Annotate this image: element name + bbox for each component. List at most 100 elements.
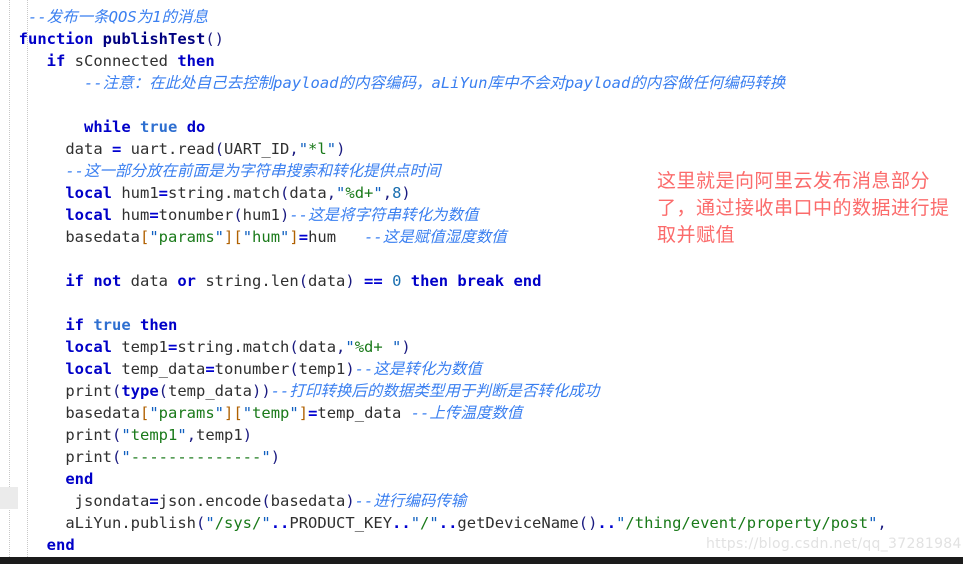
code-token-kw: end [65,470,94,488]
code-token-id: temp_data [317,404,411,422]
code-token-dot: . [195,492,206,510]
red-annotation-text: 这里就是向阿里云发布消息部分了，通过接收串口中的数据进行提取并赋值 [657,170,950,246]
code-token-punc: , [877,514,887,532]
code-token-quo: " [149,228,159,246]
code-token-dot: . [121,514,131,532]
code-token-id: basedata [270,492,346,510]
code-token-cmt: --上传温度数值 [410,404,523,422]
code-token-brk: ] [289,228,299,246]
code-line[interactable]: basedata["params"]["temp"]=temp_data --上… [0,402,963,424]
code-token-str: /thing/event/property/post [625,514,869,532]
code-token-punc: ) [345,360,355,378]
code-token-fn: publishTest [102,30,206,48]
code-token-id: print [65,382,112,400]
code-line[interactable]: print("--------------") [0,446,963,468]
code-token-op: = [298,228,309,246]
code-token-str: -------------- [130,448,262,466]
code-token-op: = [308,404,318,422]
code-token-quo: " [149,404,159,422]
code-line[interactable]: if sConnected then [0,50,963,72]
code-line[interactable]: --注意：在此处自己去控制payload的内容编码，aLiYun库中不会对pay… [0,72,963,94]
code-token-op: = [149,492,159,510]
code-token-op: = [149,206,159,224]
code-token-punc: ( [233,206,243,224]
code-token-id: getDeviceName [457,514,579,532]
code-token-punc: () [578,514,598,532]
code-token-str: *l [308,140,327,158]
code-line[interactable]: aLiYun.publish("/sys/"..PRODUCT_KEY.."/"… [0,512,963,534]
code-token-quo: " [261,448,271,466]
code-token-punc: ( [158,382,169,400]
code-token-id: PRODUCT_KEY [289,514,393,532]
code-token-id: string [196,272,262,290]
code-token-quo: " [373,184,383,202]
code-token-brk: [ [233,228,243,246]
code-token-id: tonumber [214,360,290,378]
code-token-kw: if [65,272,84,290]
code-token-cmt: --这是将字符串转化为数值 [289,206,479,224]
code-token-cmt: --发布一条QOS为1的消息 [28,8,208,26]
code-token-punc: ) [401,184,411,202]
code-token-quo: " [242,228,253,246]
code-editor[interactable]: --发布一条QOS为1的消息 function publishTest() if… [0,0,963,557]
code-line[interactable]: while true do [0,116,963,138]
code-token-cmt: --这是转化为数值 [354,360,482,378]
code-token-str: / [420,514,430,532]
code-token-op: == [364,272,383,290]
code-token-punc: ( [214,140,225,158]
code-line[interactable] [0,248,963,270]
code-token-quo: " [121,448,131,466]
code-token-kw: then [410,272,449,290]
code-token-quo: " [177,426,187,444]
code-line[interactable]: data = uart.read(UART_ID,"*l") [0,138,963,160]
code-token-num: 0 [392,272,402,290]
code-token-quo: " [410,514,421,532]
code-token-kw: or [177,272,197,290]
code-line[interactable]: end [0,468,963,490]
code-line[interactable] [0,94,963,116]
code-token-id: match [242,338,290,356]
code-token-punc: )) [252,382,271,400]
code-token-brk: [ [233,404,243,422]
code-token-kw: if [65,316,84,334]
code-token-op: = [112,140,122,158]
code-token-str: /sys/ [214,514,262,532]
code-token-kw: break [457,272,505,290]
code-token-brk: [ [139,404,150,422]
code-token-id: data [289,184,327,202]
code-token-punc: ( [280,184,290,202]
code-line[interactable]: local temp_data=tonumber(temp1)--这是转化为数值 [0,358,963,380]
code-line[interactable]: local temp1=string.match(data,"%d+ ") [0,336,963,358]
code-token-quo: " [336,184,346,202]
code-token-cmt: --进行编码传输 [354,492,467,510]
code-line[interactable]: if true then [0,314,963,336]
code-token-punc: ) [401,338,411,356]
code-token-op: = [168,338,178,356]
code-token-kw: do [186,118,206,136]
code-content[interactable]: --发布一条QOS为1的消息 function publishTest() if… [0,6,963,556]
code-token-id: hum [308,228,337,246]
code-token-id: jsondata [74,492,150,510]
code-line[interactable]: jsondata=json.encode(basedata)--进行编码传输 [0,490,963,512]
code-token-kw: local [65,206,112,224]
code-token-kw: then [177,52,215,70]
code-token-quo: " [214,228,225,246]
code-line[interactable]: --发布一条QOS为1的消息 [0,6,963,28]
code-line[interactable] [0,292,963,314]
code-token-brk: [ [139,228,150,246]
code-token-id [84,316,93,334]
code-token-id: basedata [65,228,140,246]
code-line[interactable]: if not data or string.len(data) == 0 the… [0,270,963,292]
code-line[interactable]: function publishTest() [0,28,963,50]
code-line[interactable]: print(type(temp_data))--打印转换后的数据类型用于判断是否… [0,380,963,402]
code-line[interactable]: print("temp1",temp1) [0,424,963,446]
code-token-kw: then [140,316,178,334]
code-token-cmt: --打印转换后的数据类型用于判断是否转化成功 [270,382,600,400]
